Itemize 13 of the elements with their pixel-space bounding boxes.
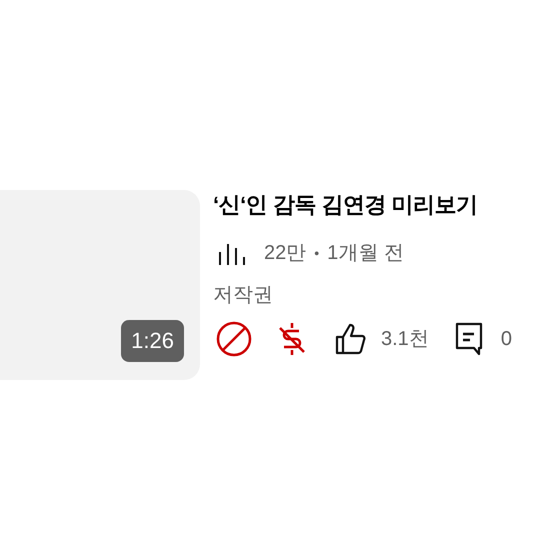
blocked-icon (216, 321, 252, 357)
comment-count: 0 (500, 327, 512, 352)
comment-icon[interactable] (454, 322, 483, 356)
upload-age: 1개월 전 (327, 241, 404, 266)
video-thumbnail[interactable]: 1:26 (0, 190, 200, 380)
view-count: 22만 (264, 241, 306, 266)
copyright-label: 저작권 (213, 283, 274, 308)
video-title[interactable]: ‘신‘인 감독 김연경 미리보기 (213, 190, 512, 220)
no-dollar-icon (277, 322, 307, 356)
like-count: 3.1천 (381, 327, 429, 352)
separator-dot: • (314, 244, 320, 263)
thumbs-up-icon[interactable] (335, 323, 367, 355)
duration-badge: 1:26 (121, 320, 184, 362)
